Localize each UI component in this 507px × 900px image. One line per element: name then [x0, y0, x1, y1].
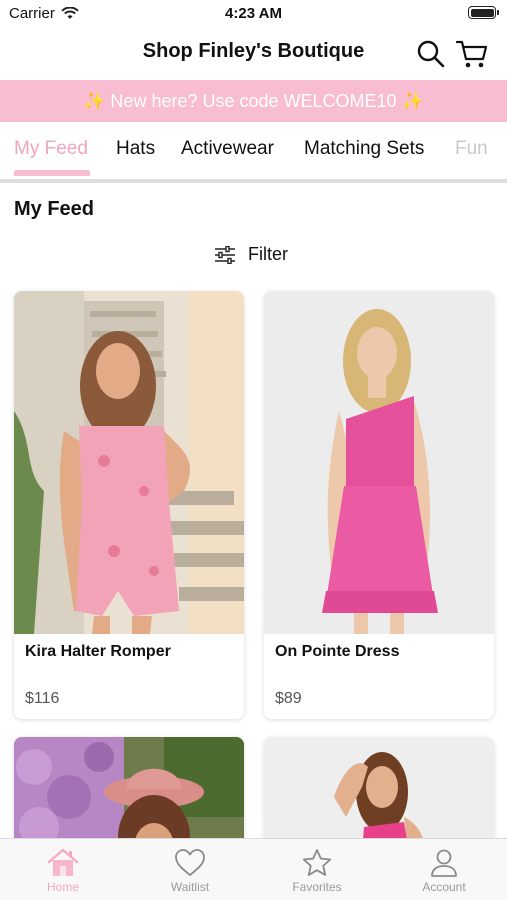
home-icon	[47, 848, 79, 876]
nav-home-label: Home	[46, 880, 79, 894]
product-photo	[264, 291, 494, 634]
tab-fun[interactable]: Fun	[455, 138, 488, 160]
nav-favorites-label: Favorites	[292, 880, 342, 894]
active-tab-indicator	[14, 170, 90, 176]
user-icon	[431, 849, 457, 877]
promo-text: ✨ New here? Use code WELCOME10 ✨	[83, 90, 424, 111]
product-card-on-pointe-dress[interactable]: On Pointe Dress $89	[264, 291, 494, 719]
nav-waitlist[interactable]: Waitlist	[127, 839, 253, 900]
product-image[interactable]	[14, 291, 244, 634]
cart-button[interactable]	[455, 38, 488, 70]
nav-account-label: Account	[422, 880, 466, 894]
bottom-tab-bar: Home Waitlist Favorites Account	[0, 838, 507, 900]
tab-activewear[interactable]: Activewear	[181, 138, 274, 160]
product-card-kira-halter-romper[interactable]: Kira Halter Romper $116	[14, 291, 244, 719]
product-photo	[14, 291, 244, 634]
status-bar: Carrier 4:23 AM	[0, 0, 507, 28]
category-tabs: My Feed Hats Activewear Matching Sets Fu…	[0, 122, 507, 180]
tabs-divider	[0, 179, 507, 183]
nav-home[interactable]: Home	[0, 839, 126, 900]
filter-label: Filter	[248, 244, 288, 264]
nav-waitlist-label: Waitlist	[170, 880, 210, 894]
search-button[interactable]	[415, 38, 447, 70]
tab-hats[interactable]: Hats	[116, 138, 155, 160]
product-name: Kira Halter Romper	[25, 643, 171, 660]
tab-matching-sets[interactable]: Matching Sets	[304, 138, 424, 160]
nav-account[interactable]: Account	[381, 839, 507, 900]
battery-icon	[468, 6, 499, 19]
nav-favorites[interactable]: Favorites	[254, 839, 380, 900]
cart-icon	[455, 40, 488, 68]
tab-my-feed[interactable]: My Feed	[14, 138, 88, 160]
product-image[interactable]	[264, 291, 494, 634]
search-icon	[417, 40, 445, 68]
feed-title: My Feed	[14, 198, 95, 220]
product-name: On Pointe Dress	[275, 643, 400, 660]
filter-icon	[215, 245, 235, 264]
product-price: $89	[275, 690, 302, 707]
status-time: 4:23 AM	[225, 5, 282, 22]
app-header: Shop Finley's Boutique	[0, 28, 507, 80]
filter-button[interactable]: Filter	[214, 244, 288, 265]
star-icon	[302, 849, 332, 876]
promo-banner[interactable]: ✨ New here? Use code WELCOME10 ✨	[0, 80, 507, 122]
product-price: $116	[25, 690, 60, 707]
heart-icon	[175, 849, 205, 876]
